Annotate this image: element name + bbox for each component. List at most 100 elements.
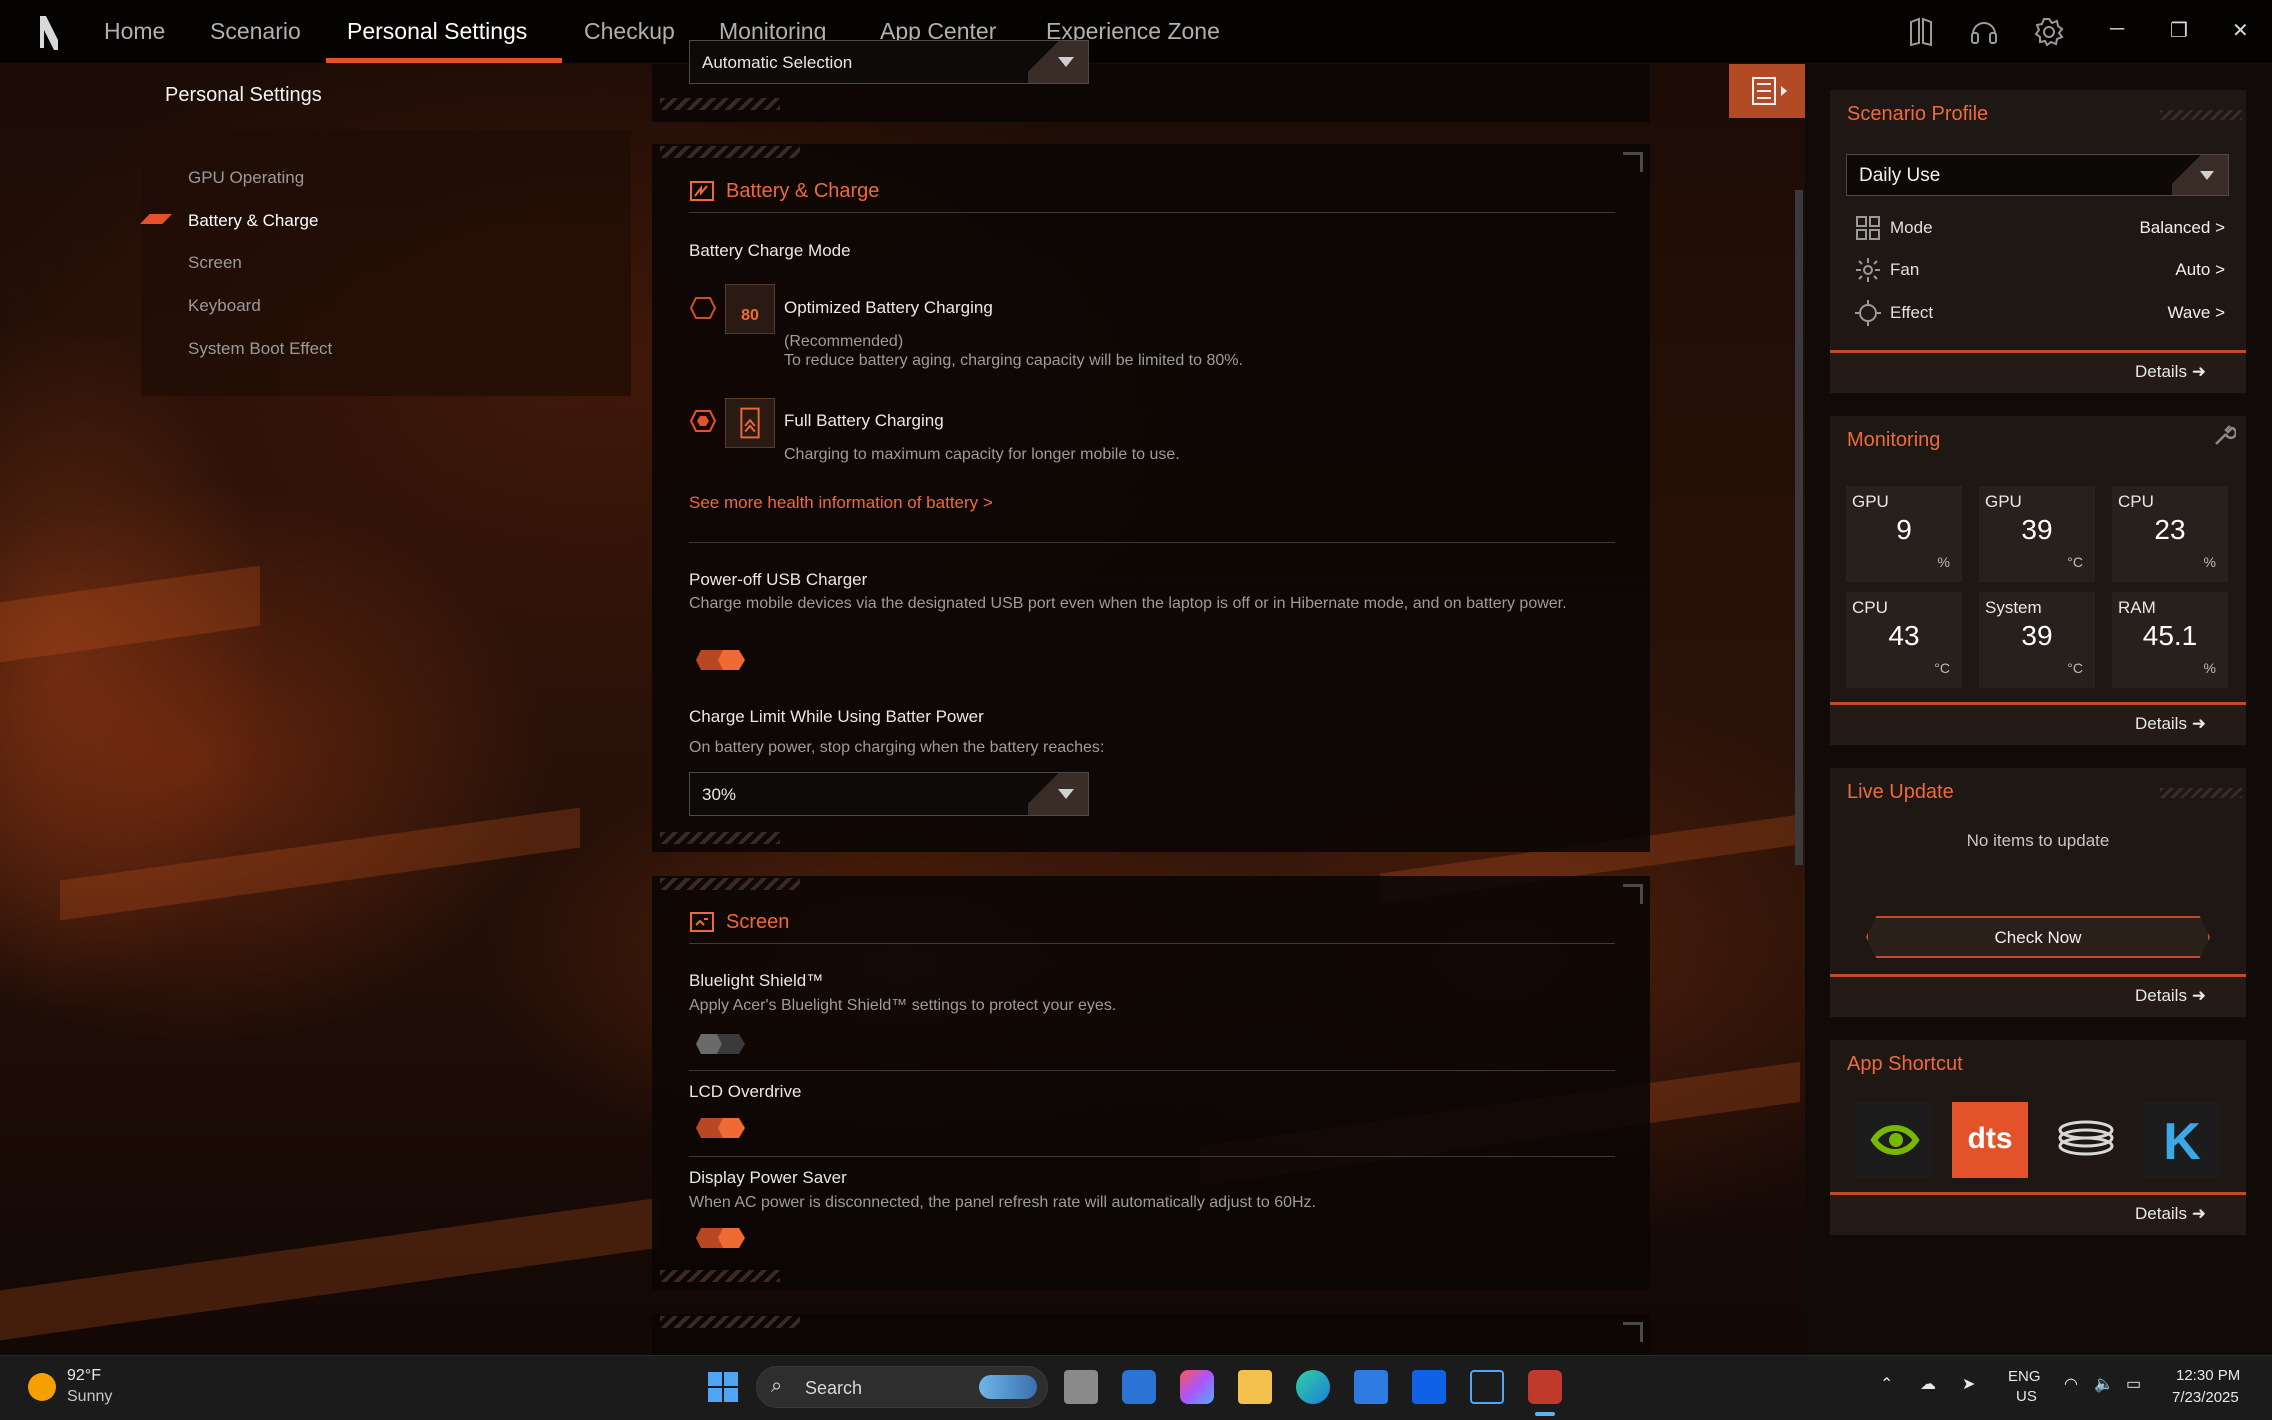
bluelight-label: Bluelight Shield™ (689, 971, 824, 990)
clock-time[interactable]: 12:30 PM (2176, 1367, 2240, 1384)
k-icon[interactable]: K (2144, 1102, 2220, 1178)
optimized-charging-desc: To reduce battery aging, charging capaci… (784, 352, 1243, 369)
bluelight-desc: Apply Acer's Bluelight Shield™ settings … (689, 997, 1117, 1014)
bluelight-toggle[interactable] (695, 1033, 751, 1055)
check-now-button[interactable]: Check Now (1866, 916, 2210, 958)
usb-charger-toggle[interactable] (695, 649, 751, 671)
tab-checkup[interactable]: Checkup (584, 18, 675, 45)
monitor-value: 39 (2021, 514, 2053, 545)
wifi-icon[interactable]: ◠ (2064, 1374, 2078, 1394)
next-section-panel (652, 1314, 1650, 1355)
wrench-icon[interactable] (2212, 424, 2236, 448)
chevron-up-icon[interactable]: ⌃ (1880, 1374, 1893, 1394)
search-highlight-icon (979, 1375, 1037, 1399)
live-update-details-text: Details (2135, 986, 2187, 1005)
book-icon[interactable] (1905, 16, 1937, 48)
monitor-unit: °C (1934, 660, 1950, 676)
monitor-unit: % (2203, 660, 2216, 676)
speaker-icon[interactable]: 🔈 (2094, 1374, 2114, 1394)
content-scrollbar[interactable] (1795, 190, 1803, 865)
monitor-name: CPU (2118, 492, 2154, 511)
monitor-tile-cpu-temp: CPU 43 °C (1846, 592, 1962, 688)
gpu-mode-dropdown[interactable]: Automatic Selection (689, 40, 1089, 84)
file-explorer-icon[interactable] (1238, 1370, 1272, 1404)
monitor-value: 23 (2154, 514, 2186, 545)
dts-logo-text: dts (1967, 1122, 2013, 1155)
monitor-unit: °C (2067, 660, 2083, 676)
clock-date[interactable]: 7/23/2025 (2172, 1389, 2239, 1406)
battery-icon[interactable]: ▭ (2126, 1374, 2141, 1394)
monitor-unit: % (1937, 554, 1950, 570)
active-tab-indicator (326, 58, 562, 63)
scenario-profile-title: Scenario Profile (1847, 103, 1989, 125)
scenario-profile-select[interactable]: Daily Use (1846, 154, 2229, 196)
screen-section-title: Screen (726, 911, 790, 933)
tab-scenario[interactable]: Scenario (210, 18, 301, 45)
language-region[interactable]: US (2016, 1388, 2037, 1405)
tab-personal-settings[interactable]: Personal Settings (347, 18, 527, 45)
weather-temp[interactable]: 92°F (67, 1367, 101, 1385)
windows-start-icon[interactable] (706, 1370, 740, 1404)
dropbox-icon[interactable] (1412, 1370, 1446, 1404)
charge-limit-value: 30% (702, 785, 737, 804)
minimize-icon[interactable]: ─ (2110, 18, 2124, 41)
power-saver-toggle[interactable] (695, 1227, 751, 1249)
monitor-name: GPU (1852, 492, 1889, 511)
charge-limit-dropdown[interactable]: 30% (689, 772, 1089, 816)
weather-condition[interactable]: Sunny (67, 1388, 112, 1406)
fan-label: Fan (1890, 260, 1920, 279)
taskbar-search-box[interactable]: ⌕ Search (756, 1366, 1048, 1408)
task-view-icon[interactable] (1064, 1370, 1098, 1404)
sidebar-item-battery-charge[interactable]: Battery & Charge (188, 211, 318, 231)
usb-charger-desc: Charge mobile devices via the designated… (689, 595, 1567, 612)
copilot-icon[interactable] (1180, 1370, 1214, 1404)
effect-value[interactable]: Wave > (2168, 303, 2225, 323)
panel-corner (1623, 884, 1643, 904)
photos-icon[interactable] (1122, 1370, 1156, 1404)
sidebar-item-keyboard[interactable]: Keyboard (188, 296, 261, 316)
collapse-sidebar-icon (1752, 77, 1787, 105)
charge-limit-label: Charge Limit While Using Batter Power (689, 707, 984, 726)
coil-icon[interactable] (2048, 1102, 2124, 1178)
close-icon[interactable]: ✕ (2232, 18, 2249, 43)
charge-limit-desc: On battery power, stop charging when the… (689, 739, 1105, 756)
gear-icon[interactable] (2033, 16, 2065, 48)
predator-sense-taskbar-icon[interactable] (1528, 1370, 1562, 1404)
gpu-mode-value: Automatic Selection (702, 53, 853, 72)
battery-health-link[interactable]: See more health information of battery > (689, 493, 993, 513)
sidebar-item-screen[interactable]: Screen (188, 253, 242, 273)
dts-icon[interactable]: dts (1952, 1102, 2028, 1178)
tab-home[interactable]: Home (104, 18, 165, 45)
fan-value[interactable]: Auto > (2175, 260, 2225, 280)
chevron-down-icon (1058, 789, 1074, 799)
sidebar-item-gpu-operating[interactable]: GPU Operating (188, 168, 304, 188)
monitoring-details-text: Details (2135, 714, 2187, 733)
mode-value[interactable]: Balanced > (2139, 218, 2225, 238)
sidebar-item-system-boot-effect[interactable]: System Boot Effect (188, 339, 332, 359)
profile-details-link[interactable]: Details ➜ (2135, 362, 2206, 382)
language-code[interactable]: ENG (2008, 1368, 2041, 1385)
sun-weather-icon[interactable] (28, 1373, 56, 1401)
cloud-sync-icon[interactable]: ☁ (1920, 1374, 1936, 1394)
monitoring-details-link[interactable]: Details ➜ (2135, 714, 2206, 734)
power-saver-desc: When AC power is disconnected, the panel… (689, 1194, 1316, 1211)
app-shortcut-details-text: Details (2135, 1204, 2187, 1223)
collapse-panel-button[interactable] (1729, 64, 1805, 118)
live-update-details-link[interactable]: Details ➜ (2135, 986, 2206, 1006)
monitor-name: System (1985, 598, 2042, 617)
app-shortcut-details-link[interactable]: Details ➜ (2135, 1204, 2206, 1224)
book-app-icon[interactable] (1470, 1370, 1504, 1404)
nvidia-icon[interactable] (1856, 1102, 1932, 1178)
headset-icon[interactable] (1968, 16, 2000, 48)
active-app-indicator (1535, 1412, 1555, 1416)
edge-browser-icon[interactable] (1296, 1370, 1330, 1404)
monitor-tile-gpu-temp: GPU 39 °C (1979, 486, 2095, 582)
lcd-overdrive-toggle[interactable] (695, 1117, 751, 1139)
radio-optimized-charging[interactable] (690, 297, 716, 319)
panel-hatch (660, 98, 780, 110)
microsoft-store-icon[interactable] (1354, 1370, 1388, 1404)
radio-full-charging[interactable] (690, 410, 716, 432)
predator-logo-icon[interactable] (36, 12, 62, 52)
restore-icon[interactable]: ❐ (2170, 18, 2188, 43)
location-icon[interactable]: ➤ (1962, 1374, 1975, 1394)
